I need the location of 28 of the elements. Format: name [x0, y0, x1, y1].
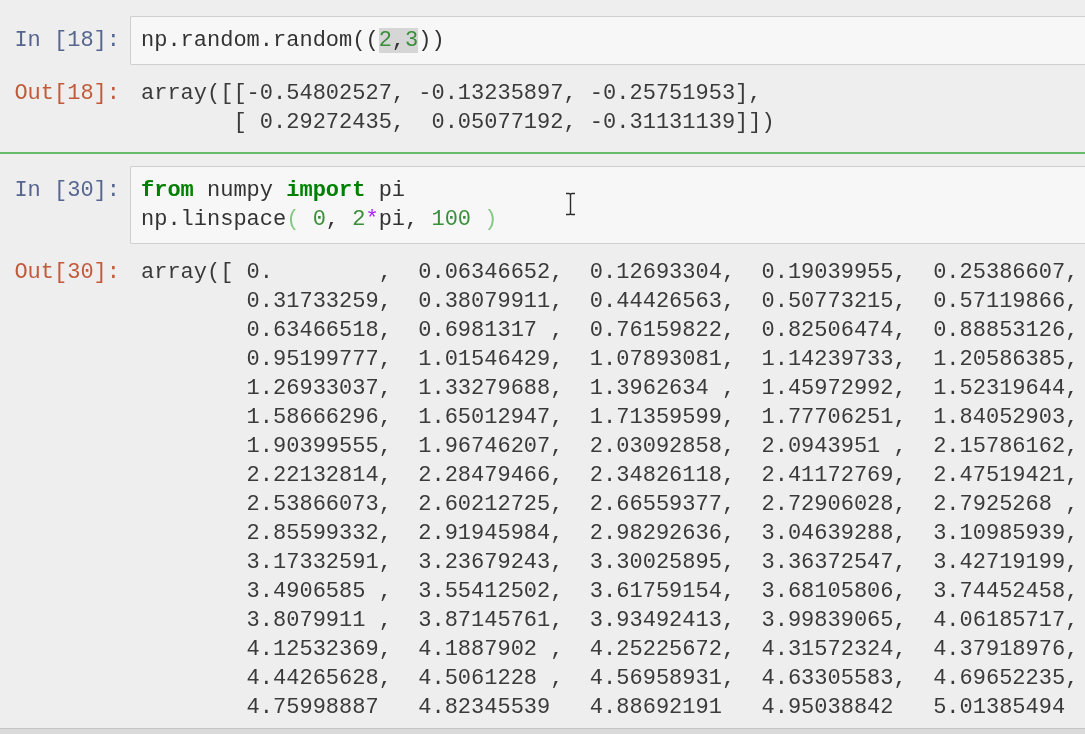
output-line: 2.85599332, 2.91945984, 2.98292636, 3.04639288, 3.10985939, [245, 520, 1079, 548]
output-line: 1.90399555, 1.96746207, 2.03092858, 2.0943951 , 2.15786162, [245, 433, 1079, 461]
code-editor[interactable]: from numpy import pi np.linspace( 0, 2*pi, 100 ) [130, 166, 1085, 244]
code-line: from numpy import pi [141, 177, 406, 205]
output-line: 3.17332591, 3.23679243, 3.30025895, 3.36372547, 3.42719199, [245, 549, 1079, 577]
output-line: 1.26933037, 1.33279688, 1.3962634 , 1.45972992, 1.52319644, [245, 375, 1079, 403]
output-line: 2.22132814, 2.28479466, 2.34826118, 2.41172769, 2.47519421, [245, 462, 1079, 490]
text-cursor-icon [565, 192, 576, 216]
output-line: 4.44265628, 4.5061228 , 4.56958931, 4.63305583, 4.69652235, [245, 665, 1079, 693]
output-line: array([ 0. , 0.06346652, 0.12693304, 0.19039955, 0.25386607, [141, 259, 1079, 287]
output-line: 0.63466518, 0.6981317 , 0.76159822, 0.82506474, 0.88853126, [245, 317, 1079, 345]
code-line: np.random.random((2,3)) [141, 27, 445, 55]
output-line: [ 0.29272435, 0.05077192, -0.31131139]]) [232, 109, 775, 137]
output-line: array([[-0.54802527, -0.13235897, -0.25751953], [141, 80, 762, 108]
output-line: 4.75998887 4.82345539 4.88692191 4.95038842 5.01385494 [245, 694, 1066, 722]
output-line: 4.12532369, 4.1887902 , 4.25225672, 4.31572324, 4.37918976, [245, 636, 1079, 664]
output-line: 3.4906585 , 3.55412502, 3.61759154, 3.68105806, 3.74452458, [245, 578, 1079, 606]
output-line: 0.95199777, 1.01546429, 1.07893081, 1.14239733, 1.20586385, [245, 346, 1079, 374]
output-prompt: Out[18]: [14, 80, 120, 108]
output-line: 0.31733259, 0.38079911, 0.44426563, 0.50773215, 0.57119866, [245, 288, 1079, 316]
output-line: 3.8079911 , 3.87145761, 3.93492413, 3.99839065, 4.06185717, [245, 607, 1079, 635]
code-editor[interactable]: np.random.random((2,3)) [130, 16, 1085, 65]
output-prompt: Out[30]: [14, 259, 120, 287]
output-line: 1.58666296, 1.65012947, 1.71359599, 1.77706251, 1.84052903, [245, 404, 1079, 432]
input-prompt: In [18]: [14, 27, 120, 55]
output-line: 2.53866073, 2.60212725, 2.66559377, 2.72906028, 2.7925268 , [245, 491, 1079, 519]
input-prompt: In [30]: [14, 177, 120, 205]
code-line: np.linspace( 0, 2*pi, 100 ) [141, 206, 498, 234]
